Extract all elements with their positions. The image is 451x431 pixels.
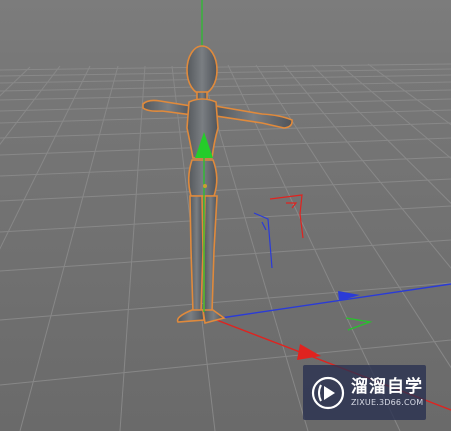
head [186,45,218,95]
3d-viewport[interactable]: 溜溜自学 ZIXUE.3D66.COM [0,0,451,431]
pelvis [187,159,218,197]
pivot-point-icon [203,184,207,188]
watermark-badge: 溜溜自学 ZIXUE.3D66.COM [303,365,426,420]
watermark-title: 溜溜自学 [351,376,423,397]
play-icon [311,376,345,409]
watermark-url: ZIXUE.3D66.COM [351,397,424,407]
left-leg [189,195,204,313]
